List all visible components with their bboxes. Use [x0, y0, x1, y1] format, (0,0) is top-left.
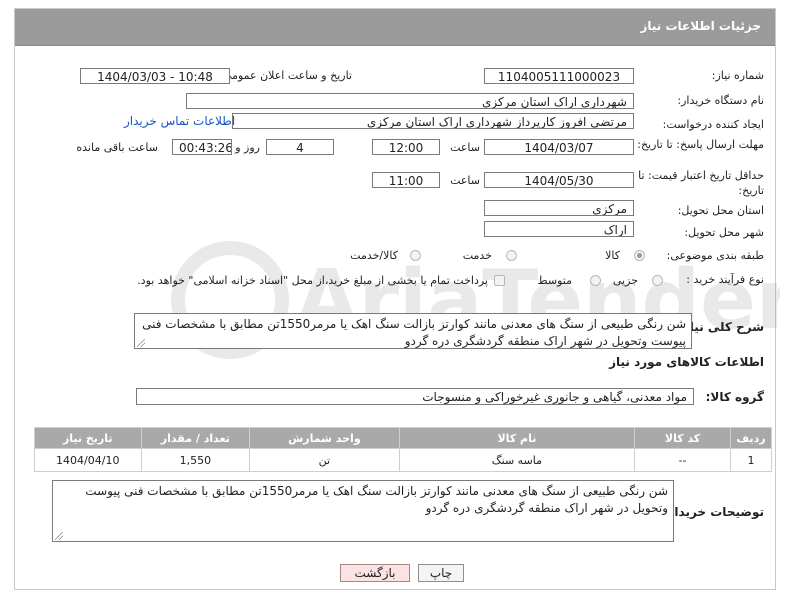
cell-unit: تن [249, 448, 400, 472]
cell-qty: 1,550 [140, 448, 251, 472]
deadline-label: مهلت ارسال پاسخ: تا تاریخ: [637, 138, 764, 151]
category-radio-service[interactable] [506, 250, 517, 261]
deadline-time-label: ساعت [450, 141, 480, 154]
min-price-time-field: 11:00 [372, 172, 440, 188]
days-label: روز و [235, 141, 260, 154]
goods-group-label: گروه کالا: [705, 390, 764, 404]
process-option-medium: متوسط [537, 274, 572, 287]
cell-date: 1404/04/10 [34, 448, 142, 472]
min-price-time-label: ساعت [450, 174, 480, 187]
buyer-notes-text: شن رنگی طبیعی از سنگ های معدنی مانند کوا… [85, 484, 668, 515]
col-unit: واحد شمارش [249, 427, 400, 449]
goods-section-title: اطلاعات کالاهای مورد نیاز [609, 355, 764, 369]
description-text: شن رنگی طبیعی از سنگ های معدنی مانند کوا… [142, 317, 686, 348]
buyer-org-field: شهرداری اراک استان مرکزی [186, 93, 634, 109]
category-label: طبقه بندی موضوعی: [666, 249, 764, 262]
category-radio-goods-service[interactable] [410, 250, 421, 261]
creator-label: ایجاد کننده درخواست: [662, 118, 764, 131]
category-radio-goods[interactable] [634, 250, 645, 261]
table-row: 1 -- ماسه سنگ تن 1,550 1404/04/10 [34, 448, 773, 472]
goods-group-field: مواد معدنی، گیاهی و جانوری غیرخوراکی و م… [136, 388, 694, 405]
process-radio-minor[interactable] [652, 275, 663, 286]
table-header-row: ردیف کد کالا نام کالا واحد شمارش تعداد /… [34, 427, 773, 449]
process-option-minor: جزیی [612, 274, 638, 287]
deadline-time-field: 12:00 [372, 139, 440, 155]
buyer-org-label: نام دستگاه خریدار: [677, 94, 764, 107]
description-textarea[interactable]: شن رنگی طبیعی از سنگ های معدنی مانند کوا… [134, 313, 692, 349]
category-option-service: خدمت [462, 249, 492, 262]
goods-table: ردیف کد کالا نام کالا واحد شمارش تعداد /… [34, 427, 773, 472]
panel-header: جزئیات اطلاعات نیاز [15, 9, 775, 46]
time-remaining-field: 00:43:26 [172, 139, 232, 155]
print-button[interactable]: چاپ [418, 564, 464, 582]
province-field: مرکزی [484, 200, 634, 216]
col-date: تاریخ نیاز [34, 427, 142, 449]
time-remaining-label: ساعت باقی مانده [76, 141, 158, 154]
min-price-label: حداقل تاریخ اعتبار قیمت: تا تاریخ: [638, 169, 764, 197]
cell-code: -- [634, 448, 731, 472]
buyer-notes-textarea[interactable]: شن رنگی طبیعی از سنگ های معدنی مانند کوا… [52, 480, 674, 542]
deadline-date-field: 1404/03/07 [484, 139, 634, 155]
resize-grip-icon[interactable] [55, 532, 63, 540]
contact-buyer-link[interactable]: اطلاعات تماس خریدار [124, 114, 235, 128]
announce-field: 1404/03/03 - 10:48 [80, 68, 230, 84]
need-number-label: شماره نیاز: [711, 69, 764, 82]
city-label: شهر محل تحویل: [684, 226, 764, 239]
city-field: اراک [484, 221, 634, 237]
category-option-goods: کالا [605, 249, 620, 262]
resize-grip-icon[interactable] [137, 339, 145, 347]
col-qty: تعداد / مقدار [140, 427, 251, 449]
back-button[interactable]: بازگشت [340, 564, 410, 582]
cell-row: 1 [729, 448, 773, 472]
process-label: نوع فرآیند خرید : [686, 273, 764, 286]
buyer-notes-label: توضیحات خریدار: [662, 505, 764, 519]
process-radio-medium[interactable] [590, 275, 601, 286]
cell-name: ماسه سنگ [398, 448, 636, 472]
creator-field: مرتضی افروز کارپرداز شهرداری اراک استان … [232, 113, 634, 129]
announce-label: تاریخ و ساعت اعلان عمومی: [219, 69, 352, 82]
min-price-date-field: 1404/05/30 [484, 172, 634, 188]
category-option-goods-service: کالا/خدمت [350, 249, 398, 262]
days-remaining-field: 4 [266, 139, 334, 155]
panel-title: جزئیات اطلاعات نیاز [640, 19, 761, 33]
province-label: استان محل تحویل: [677, 204, 764, 217]
col-code: کد کالا [634, 427, 731, 449]
payment-note: پرداخت تمام یا بخشی از مبلغ خرید،از محل … [137, 274, 488, 287]
need-number-field: 1104005111000023 [484, 68, 634, 84]
col-row: ردیف [729, 427, 773, 449]
col-name: نام کالا [398, 427, 636, 449]
treasury-checkbox[interactable] [494, 275, 505, 286]
